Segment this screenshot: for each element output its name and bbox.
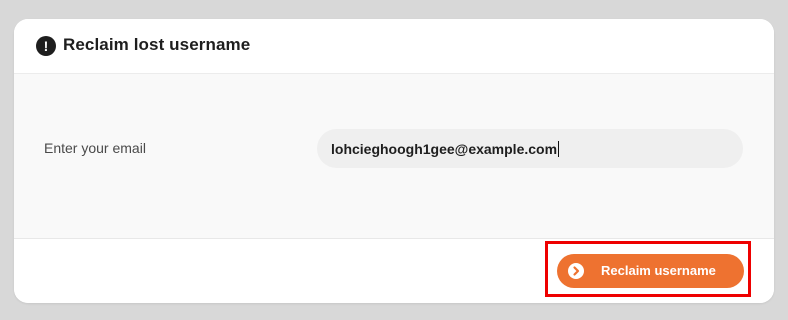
reclaim-username-button[interactable]: Reclaim username xyxy=(557,254,744,288)
reclaim-username-button-label: Reclaim username xyxy=(601,263,716,278)
exclamation-circle-icon: ! xyxy=(36,36,56,56)
dialog-body: Enter your email lohcieghoogh1gee@exampl… xyxy=(14,74,774,239)
email-field-value: lohcieghoogh1gee@example.com xyxy=(331,140,558,157)
chevron-right-circle-icon xyxy=(568,263,584,279)
email-field[interactable]: lohcieghoogh1gee@example.com xyxy=(317,129,743,168)
dialog-header: ! Reclaim lost username xyxy=(14,19,774,74)
reclaim-username-dialog: ! Reclaim lost username Enter your email… xyxy=(14,19,774,303)
email-label: Enter your email xyxy=(44,140,146,156)
dialog-footer: Reclaim username xyxy=(14,239,774,303)
dialog-title: Reclaim lost username xyxy=(63,35,251,54)
text-caret xyxy=(558,140,560,157)
